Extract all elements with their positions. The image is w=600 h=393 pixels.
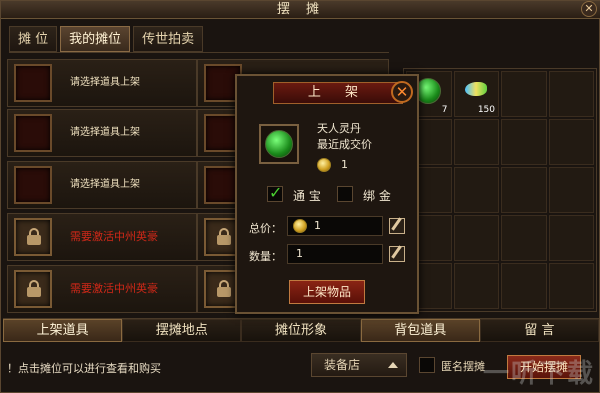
close-icon[interactable]: ✕	[391, 81, 413, 103]
stall-window: 摆 摊 ✕ 摊 位 我的摊位 传世拍卖 请选择道具上架 请选择道具上架 请选择道…	[0, 0, 600, 393]
item-slot	[259, 124, 299, 164]
edit-icon[interactable]	[389, 218, 405, 234]
window-title: 摆 摊	[276, 2, 326, 17]
top-tabs: 摊 位 我的摊位 传世拍卖	[9, 26, 206, 52]
slot-hint: 请选择道具上架	[70, 127, 140, 138]
inventory-cell[interactable]	[548, 71, 594, 117]
inventory-cell[interactable]	[501, 215, 547, 261]
quantity-field[interactable]: 1	[287, 244, 383, 264]
tab-auction[interactable]: 传世拍卖	[133, 26, 204, 52]
quantity-value: 1	[296, 247, 303, 260]
close-icon[interactable]: ✕	[581, 1, 597, 17]
tab-messages[interactable]: 留 言	[479, 319, 600, 342]
title-bar[interactable]: 摆 摊 ✕	[1, 1, 600, 19]
tongbao-checkbox[interactable]: ✓	[267, 183, 283, 202]
inventory-cell[interactable]	[548, 167, 594, 213]
slot-item-box	[14, 270, 52, 308]
stall-slot[interactable]: 请选择道具上架	[7, 161, 197, 209]
slot-locked-hint: 需要激活中州英豪	[70, 230, 158, 243]
inventory-cell[interactable]	[501, 71, 547, 117]
green-pill-icon	[265, 130, 293, 158]
inventory-cell[interactable]	[548, 119, 594, 165]
bangjin-label: 绑 金	[363, 189, 391, 203]
total-label: 总价：	[249, 222, 282, 235]
inventory-cell[interactable]	[548, 215, 594, 261]
item-quantity: 150	[477, 105, 495, 115]
stall-slot[interactable]: 请选择道具上架	[7, 109, 197, 157]
total-price-field[interactable]: 1	[287, 216, 383, 236]
edit-icon[interactable]	[389, 246, 405, 262]
slot-item-box[interactable]	[14, 114, 52, 152]
divider	[9, 52, 389, 53]
stall-slot[interactable]: 请选择道具上架	[7, 59, 197, 107]
dialog-title: 上 架	[273, 82, 403, 104]
tab-bag-items[interactable]: 背包道具	[360, 319, 480, 342]
inventory-cell[interactable]	[548, 263, 594, 309]
anonymous-label: 匿名摆摊	[441, 360, 485, 373]
bangjin-checkbox[interactable]	[337, 186, 353, 202]
bottom-tabs: 上架道具 摆摊地点 摊位形象 背包道具 留 言	[3, 318, 600, 342]
coin-icon	[317, 158, 331, 172]
inventory-cell[interactable]	[453, 263, 499, 309]
tab-stall[interactable]: 摊 位	[9, 26, 58, 52]
lock-icon	[217, 228, 231, 245]
item-name: 天人灵丹	[317, 122, 361, 135]
slot-item-box[interactable]	[14, 64, 52, 102]
total-price-value: 1	[314, 219, 321, 232]
slot-hint: 请选择道具上架	[70, 179, 140, 190]
list-item-dialog: 上 架 ✕ 天人灵丹 最近成交价 1 ✓ 通 宝 绑 金 总价： 1 数量： 1…	[235, 74, 419, 314]
lock-icon	[217, 280, 231, 297]
lock-icon	[27, 280, 41, 297]
locked-slot[interactable]: 需要激活中州英豪	[7, 265, 197, 313]
item-quantity: 7	[441, 105, 448, 115]
checkmark-icon: ✓	[269, 183, 283, 202]
inventory-cell[interactable]	[453, 119, 499, 165]
recent-price-value: 1	[341, 158, 348, 171]
footer-hint: ！点击摊位可以进行查看和购买	[7, 362, 161, 375]
slot-item-box[interactable]	[14, 166, 52, 204]
slot-locked-hint: 需要激活中州英豪	[70, 282, 158, 295]
slot-item-box	[14, 218, 52, 256]
tab-stall-appearance[interactable]: 摊位形象	[241, 319, 361, 342]
shop-type-dropdown[interactable]: 装备店	[311, 353, 407, 377]
list-item-button[interactable]: 上架物品	[289, 280, 365, 304]
inventory-cell[interactable]	[501, 119, 547, 165]
tongbao-label: 通 宝	[293, 189, 321, 203]
tab-list-items[interactable]: 上架道具	[3, 319, 123, 342]
lock-icon	[27, 228, 41, 245]
inventory-cell[interactable]	[501, 263, 547, 309]
inventory-cell[interactable]: 150	[453, 71, 499, 117]
coin-icon	[293, 219, 307, 233]
inventory-cell[interactable]	[501, 167, 547, 213]
bird-icon	[464, 82, 487, 96]
watermark: 一听下载	[482, 359, 595, 389]
tab-stall-location[interactable]: 摆摊地点	[122, 319, 242, 342]
quantity-label: 数量：	[249, 250, 282, 263]
slot-hint: 请选择道具上架	[70, 77, 140, 88]
inventory-grid: 7 150	[403, 68, 597, 312]
chevron-up-icon	[388, 362, 398, 368]
recent-price-label: 最近成交价	[317, 138, 372, 151]
anonymous-checkbox[interactable]	[419, 357, 435, 373]
locked-slot[interactable]: 需要激活中州英豪	[7, 213, 197, 261]
tab-my-stall[interactable]: 我的摊位	[60, 26, 131, 52]
inventory-cell[interactable]	[453, 215, 499, 261]
dropdown-value: 装备店	[324, 358, 361, 372]
inventory-cell[interactable]	[453, 167, 499, 213]
